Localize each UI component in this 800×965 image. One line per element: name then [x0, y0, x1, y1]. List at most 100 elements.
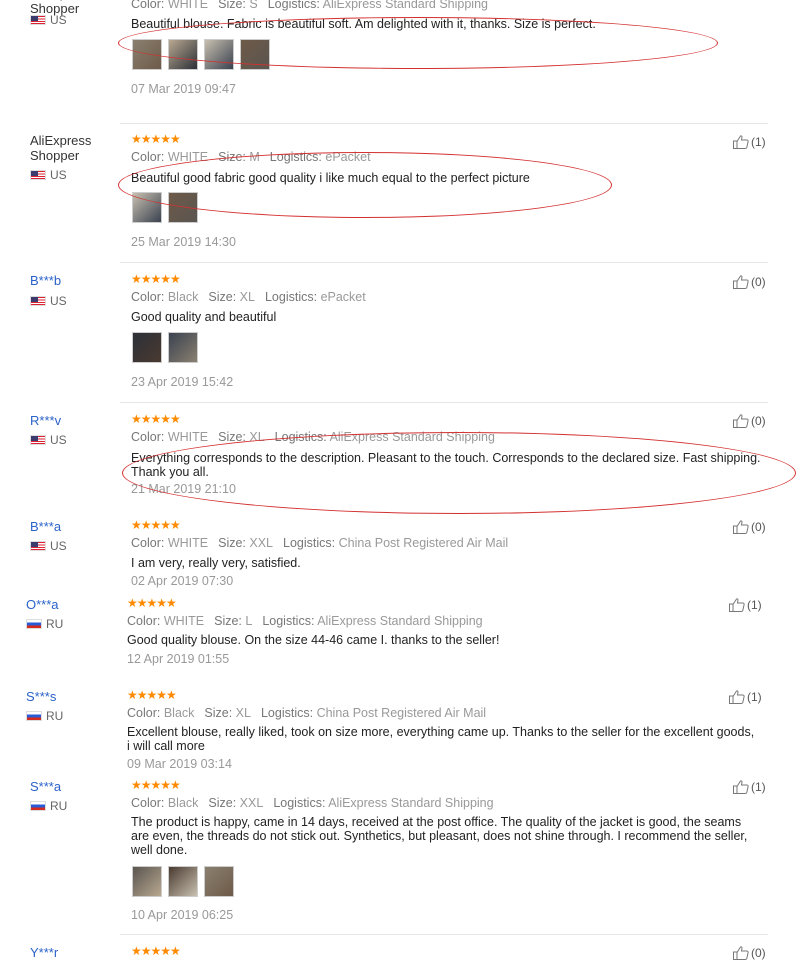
- logistics-value: AliExpress Standard Shipping: [329, 430, 495, 444]
- logistics-value: AliExpress Standard Shipping: [328, 796, 494, 810]
- color-label: Color:: [127, 614, 164, 628]
- review-text: I am very, really very, satisfied.: [131, 556, 301, 570]
- review-date: 23 Apr 2019 15:42: [131, 375, 234, 389]
- review-photo-thumbnail[interactable]: [168, 866, 198, 897]
- reviewer-name[interactable]: B***b: [30, 273, 115, 288]
- helpful-button[interactable]: (0): [733, 946, 766, 960]
- size-label: Size:: [214, 614, 246, 628]
- country-flag-icon: [30, 541, 46, 551]
- review-date: 09 Mar 2019 03:14: [127, 757, 232, 771]
- thumbs-up-icon: [733, 414, 749, 428]
- country-flag-icon: [26, 619, 42, 629]
- helpful-button[interactable]: (0): [733, 414, 766, 428]
- color-label: Color:: [131, 0, 168, 11]
- review-photos: [132, 192, 198, 223]
- country-flag-icon: [26, 711, 42, 721]
- logistics-value: AliExpress Standard Shipping: [317, 614, 483, 628]
- size-value: XXL: [239, 796, 264, 810]
- logistics-value: ePacket: [320, 290, 366, 304]
- logistics-label: Logistics:: [269, 150, 326, 164]
- color-label: Color:: [131, 536, 168, 550]
- review-text: Beautiful good fabric good quality i lik…: [131, 171, 530, 185]
- rating-stars: ★★★★★: [131, 272, 181, 286]
- size-value: M: [249, 150, 260, 164]
- review-photo-thumbnail[interactable]: [204, 39, 234, 70]
- review-photo-thumbnail[interactable]: [168, 192, 198, 223]
- helpful-count: (1): [747, 690, 762, 704]
- color-value: Black: [167, 290, 199, 304]
- review-date: 12 Apr 2019 01:55: [127, 652, 230, 666]
- helpful-count: (0): [751, 946, 766, 960]
- review-photo-thumbnail[interactable]: [132, 192, 162, 223]
- size-label: Size:: [218, 536, 250, 550]
- logistics-label: Logistics:: [262, 614, 318, 628]
- thumbs-up-icon: [729, 598, 745, 612]
- review-text: The product is happy, came in 14 days, r…: [131, 815, 748, 857]
- country-code: US: [50, 539, 67, 553]
- size-label: Size:: [204, 706, 236, 720]
- thumbs-up-icon: [729, 690, 745, 704]
- review-date: 07 Mar 2019 09:47: [131, 82, 236, 96]
- reviewer-name[interactable]: O***a: [26, 597, 111, 612]
- helpful-button[interactable]: (1): [729, 690, 762, 704]
- logistics-label: Logistics:: [260, 706, 317, 720]
- country-flag-icon: [30, 435, 46, 445]
- color-value: Black: [163, 706, 195, 720]
- size-value: XXL: [249, 536, 274, 550]
- logistics-label: Logistics:: [267, 0, 323, 11]
- review-photo-thumbnail[interactable]: [132, 332, 162, 363]
- thumbs-up-icon: [733, 275, 749, 289]
- reviewer-country: US: [30, 168, 67, 182]
- helpful-count: (1): [751, 135, 766, 149]
- review-separator: [120, 123, 768, 124]
- review-photos: [132, 332, 198, 363]
- country-code: US: [50, 168, 67, 182]
- rating-stars: ★★★★★: [131, 132, 181, 146]
- size-label: Size:: [208, 290, 240, 304]
- review-photo-thumbnail[interactable]: [132, 866, 162, 897]
- size-value: XL: [235, 706, 251, 720]
- country-code: RU: [46, 617, 64, 631]
- reviewer-name[interactable]: Y***r: [30, 945, 115, 960]
- rating-stars: ★★★★★: [131, 778, 181, 792]
- rating-stars: ★★★★★: [127, 596, 177, 610]
- helpful-button[interactable]: (1): [733, 135, 766, 149]
- review-photo-thumbnail[interactable]: [204, 866, 234, 897]
- order-info: Color: WHITE Size: L Logistics: AliExpress…: [127, 614, 493, 628]
- country-code: RU: [50, 799, 68, 813]
- reviewer-name[interactable]: S***s: [26, 689, 111, 704]
- country-flag-icon: [30, 296, 46, 306]
- helpful-button[interactable]: (1): [733, 780, 766, 794]
- reviewer-name[interactable]: R***v: [30, 413, 115, 428]
- color-value: WHITE: [167, 536, 209, 550]
- review-photo-thumbnail[interactable]: [168, 39, 198, 70]
- review-separator: [120, 262, 768, 263]
- review-separator: [120, 402, 768, 403]
- reviewer-country: RU: [26, 617, 63, 631]
- review-date: 25 Mar 2019 14:30: [131, 235, 236, 249]
- review-text: Good quality and beautiful: [131, 310, 277, 324]
- reviewer-country: RU: [30, 799, 67, 813]
- country-code: US: [50, 294, 67, 308]
- size-value: XL: [249, 430, 265, 444]
- color-label: Color:: [127, 706, 164, 720]
- order-info: Color: Black Size: XL Logistics: ePacket: [131, 290, 376, 304]
- helpful-button[interactable]: (0): [733, 520, 766, 534]
- color-value: WHITE: [163, 614, 205, 628]
- review-photo-thumbnail[interactable]: [132, 39, 162, 70]
- reviewer-name[interactable]: B***a: [30, 519, 115, 534]
- review-text: Excellent blouse, really liked, took on …: [127, 725, 755, 753]
- review-photo-thumbnail[interactable]: [168, 332, 198, 363]
- order-info: Color: Black Size: XXL Logistics: AliExpre…: [131, 796, 504, 810]
- size-value: S: [249, 0, 258, 11]
- rating-stars: ★★★★★: [131, 944, 181, 958]
- review-photos: [132, 39, 270, 70]
- logistics-label: Logistics:: [273, 796, 329, 810]
- country-flag-icon: [30, 15, 46, 25]
- reviewer-name[interactable]: S***a: [30, 779, 115, 794]
- review-photo-thumbnail[interactable]: [240, 39, 270, 70]
- helpful-count: (0): [751, 520, 766, 534]
- color-label: Color:: [131, 290, 168, 304]
- helpful-button[interactable]: (0): [733, 275, 766, 289]
- helpful-button[interactable]: (1): [729, 598, 762, 612]
